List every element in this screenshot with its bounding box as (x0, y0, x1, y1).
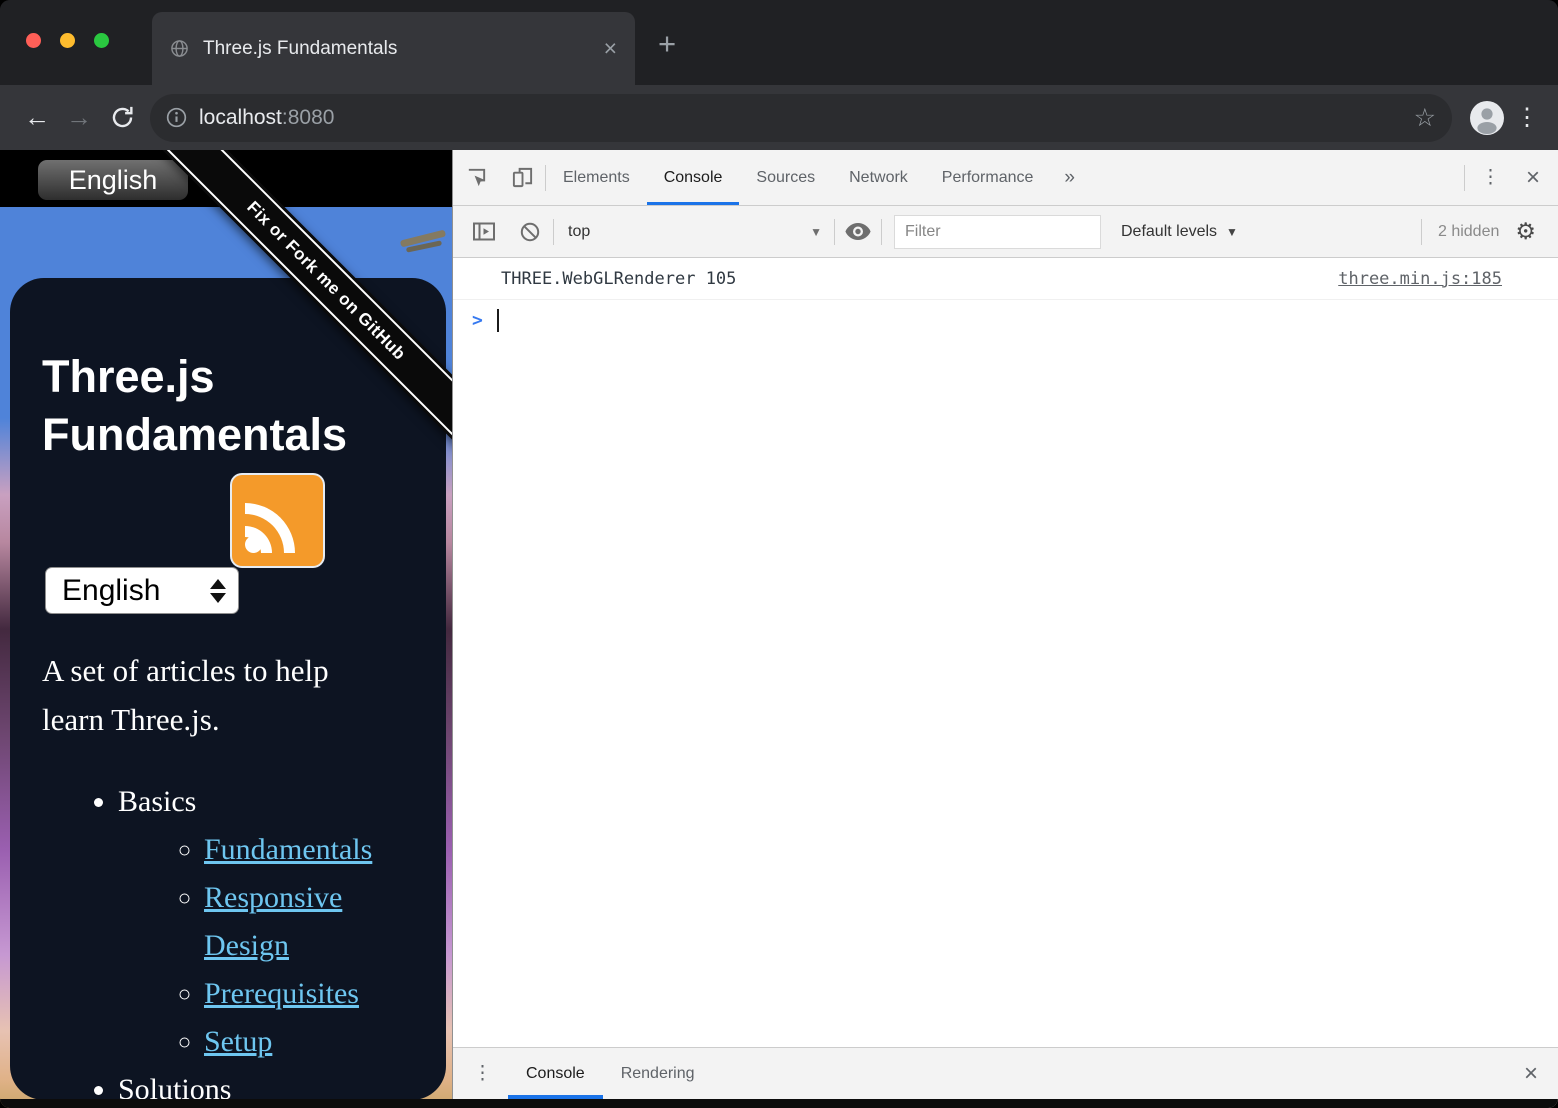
site-info-icon[interactable] (166, 107, 187, 128)
drawer-menu-icon[interactable]: ⋮ (453, 1048, 508, 1099)
text-cursor (497, 309, 499, 332)
toc-basics-links: Fundamentals Responsive Design Prerequis… (118, 826, 408, 1066)
divider (881, 219, 882, 245)
toc-section-basics: Basics (118, 778, 408, 826)
devtools-panel: Elements Console Sources Network Perform… (452, 150, 1558, 1108)
console-messages-area: THREE.WebGLRenderer 105 three.min.js:185… (453, 258, 1558, 1047)
prompt-chevron-icon: > (472, 310, 483, 331)
profile-avatar[interactable] (1470, 101, 1504, 135)
tab-network[interactable]: Network (832, 150, 925, 205)
tab-elements[interactable]: Elements (546, 150, 647, 205)
console-sidebar-icon[interactable] (461, 222, 507, 241)
console-empty-space[interactable] (453, 340, 1558, 1047)
toc-link-fundamentals[interactable]: Fundamentals (204, 833, 372, 866)
chrome-menu-icon[interactable]: ⋮ (1512, 103, 1542, 132)
list-item: Fundamentals (204, 826, 408, 874)
console-filter-input[interactable] (894, 215, 1101, 249)
url-port: :8080 (282, 106, 335, 129)
execution-context-selector[interactable]: top ▼ (554, 223, 834, 241)
live-expression-eye-icon[interactable] (835, 223, 881, 240)
page-title: Three.js Fundamentals (42, 348, 387, 464)
console-toolbar: top ▼ Default levels ▼ 2 hidden ⚙ (453, 206, 1558, 258)
devtools-drawer: ⋮ Console Rendering × (453, 1047, 1558, 1099)
titlebar: Three.js Fundamentals × + (0, 0, 1558, 85)
drawer-tab-rendering[interactable]: Rendering (603, 1048, 713, 1099)
back-icon[interactable]: ← (16, 102, 58, 133)
log-levels-dropdown[interactable]: Default levels ▼ (1121, 223, 1238, 241)
forward-icon[interactable]: → (58, 102, 100, 133)
url-text: localhost:8080 (199, 106, 334, 130)
chevron-down-icon: ▼ (810, 225, 822, 239)
toc-section-solutions: Solutions (118, 1066, 408, 1108)
tab-close-icon[interactable]: × (604, 37, 617, 60)
hidden-messages-badge: 2 hidden (1438, 223, 1499, 241)
devtools-tabbar: Elements Console Sources Network Perform… (453, 150, 1558, 206)
bookmark-star-icon[interactable]: ☆ (1414, 103, 1436, 133)
devtools-menu-icon[interactable]: ⋮ (1465, 150, 1516, 205)
console-message-text: THREE.WebGLRenderer 105 (501, 269, 736, 289)
browser-tab[interactable]: Three.js Fundamentals × (152, 12, 635, 85)
tab-sources[interactable]: Sources (739, 150, 832, 205)
devtools-close-icon[interactable]: × (1516, 150, 1558, 205)
url-host: localhost (199, 106, 282, 129)
log-levels-label: Default levels (1121, 223, 1217, 241)
tab-performance[interactable]: Performance (925, 150, 1051, 205)
console-message-row: THREE.WebGLRenderer 105 three.min.js:185 (453, 258, 1558, 300)
tab-console[interactable]: Console (647, 150, 740, 205)
console-settings-gear-icon[interactable]: ⚙ (1515, 220, 1536, 243)
minimize-window-button[interactable] (60, 33, 75, 48)
browser-window: Three.js Fundamentals × + ← → localhost:… (0, 0, 1558, 1108)
spacer (1089, 150, 1464, 205)
globe-favicon-icon (170, 39, 189, 58)
zoom-window-button[interactable] (94, 33, 109, 48)
language-select-value: English (62, 574, 160, 608)
table-of-contents: Basics Fundamentals Responsive Design Pr… (84, 778, 408, 1108)
browser-toolbar: ← → localhost:8080 ☆ ⋮ (0, 85, 1558, 150)
list-item: Setup (204, 1018, 408, 1066)
language-select[interactable]: English (45, 567, 239, 614)
toc-link-prerequisites[interactable]: Prerequisites (204, 977, 359, 1010)
list-item: Prerequisites (204, 970, 408, 1018)
list-item: Responsive Design (204, 874, 408, 970)
reload-icon[interactable] (100, 105, 144, 130)
webpage-viewport: English Three.js Fundamentals English A … (0, 150, 452, 1108)
content-panel: Three.js Fundamentals English A set of a… (10, 278, 446, 1100)
toc-link-setup[interactable]: Setup (204, 1025, 272, 1058)
address-bar[interactable]: localhost:8080 ☆ (150, 94, 1452, 142)
toc-link-responsive-design[interactable]: Responsive Design (204, 881, 342, 962)
drawer-tab-console[interactable]: Console (508, 1048, 603, 1099)
rss-feed-icon[interactable] (232, 475, 323, 566)
more-tabs-icon[interactable]: » (1050, 150, 1089, 205)
context-value: top (568, 223, 590, 241)
select-arrows-icon (210, 579, 226, 603)
traffic-lights (26, 33, 109, 48)
clear-console-icon[interactable] (507, 222, 553, 242)
nav-language-button[interactable]: English (38, 160, 188, 200)
chevron-down-icon: ▼ (1226, 225, 1238, 239)
tab-title: Three.js Fundamentals (203, 38, 604, 60)
new-tab-button[interactable]: + (658, 26, 676, 62)
close-window-button[interactable] (26, 33, 41, 48)
inspect-element-icon[interactable] (453, 150, 499, 205)
console-prompt[interactable]: > (453, 300, 1558, 340)
page-tagline: A set of articles to help learn Three.js… (42, 646, 372, 744)
divider (1421, 219, 1422, 245)
console-message-source-link[interactable]: three.min.js:185 (1338, 269, 1502, 289)
device-toolbar-icon[interactable] (499, 150, 545, 205)
drawer-close-icon[interactable]: × (1504, 1048, 1558, 1099)
